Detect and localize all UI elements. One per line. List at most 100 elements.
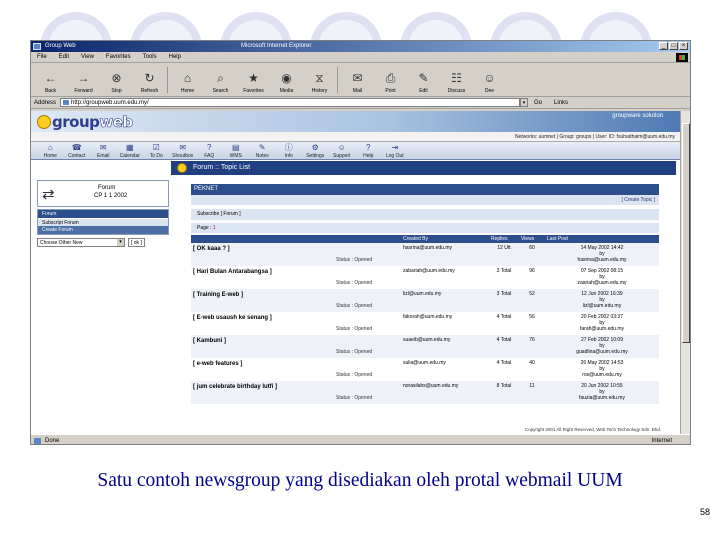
toolbar-label: History	[311, 88, 328, 94]
nav-item-label: Home	[43, 153, 57, 159]
menu-item-edit[interactable]: Edit	[59, 52, 69, 62]
forum-select[interactable]: Choose Other New	[37, 238, 125, 247]
nav-item-calendar[interactable]: ▦ Calendar	[117, 142, 144, 159]
shoutbox-icon: ✉	[179, 143, 187, 152]
page-title: Forum :: Topic List	[193, 164, 251, 171]
back-arrow-icon: ←	[44, 71, 57, 85]
toolbar-home-button[interactable]: ⌂ Home	[172, 71, 203, 96]
logo-text-group: group	[52, 113, 100, 131]
table-row: [ Hari Bulan Antarabangsa ] Status : Open…	[191, 266, 659, 289]
history-icon: ⧖	[315, 71, 324, 85]
nav-item-contact[interactable]: ☎ Contact	[64, 142, 91, 159]
edit-icon: ✎	[418, 71, 429, 85]
links-button[interactable]: Links	[554, 100, 568, 106]
nav-item-to-do[interactable]: ☑ To Do	[143, 142, 170, 159]
nav-item-faq[interactable]: ? FAQ	[196, 142, 223, 159]
create-topic-link[interactable]: [ Create Topic ]	[191, 195, 659, 205]
minimize-button[interactable]: _	[659, 42, 668, 50]
creator-cell: norasilahs@uum.edu.my	[401, 381, 489, 404]
messenger-icon: ☺	[483, 71, 496, 85]
forum-ok-button[interactable]: [ ok ]	[128, 238, 145, 247]
vertical-scrollbar[interactable]	[680, 111, 690, 434]
scrollbar-thumb[interactable]	[682, 123, 690, 343]
email-icon: ✉	[99, 143, 107, 152]
replies-cell: 4 Total	[489, 358, 519, 381]
nav-item-support[interactable]: ☺ Support	[329, 142, 356, 159]
topic-link[interactable]: [ OK kaaa ? ]	[193, 243, 399, 252]
nav-item-log-out[interactable]: ⇥ Log Out	[382, 142, 409, 159]
toolbar-edit-button[interactable]: ✎ Edit	[408, 71, 439, 96]
last-post-cell: 20 Feb 2002 03:37 by farah@uum.edu.my	[545, 312, 659, 335]
toolbar-print-button[interactable]: ⎙ Print	[375, 71, 406, 96]
groupweb-logo[interactable]: groupweb	[37, 113, 133, 131]
toolbar-media-button[interactable]: ◉ Media	[271, 71, 302, 96]
nav-item-email[interactable]: ✉ Email	[90, 142, 117, 159]
topic-link[interactable]: [ E-web usaush ke senang ]	[193, 312, 399, 321]
replies-cell: 12 Utt	[489, 243, 519, 266]
page-label: Page :	[197, 225, 212, 231]
security-zone: Internet	[651, 438, 672, 444]
menu-item-view[interactable]: View	[81, 52, 94, 62]
topic-status: Status : Opened	[336, 372, 373, 378]
topic-link[interactable]: [ Training E-web ]	[193, 289, 399, 298]
create-forum-link[interactable]: Create Forum	[38, 226, 168, 234]
page-viewport: groupweb groupware solution Networks: uu…	[31, 111, 681, 434]
menu-item-tools[interactable]: Tools	[143, 52, 157, 62]
toolbar-history-button[interactable]: ⧖ History	[304, 71, 335, 96]
smiley-icon	[177, 163, 187, 173]
creator-cell: lizl@uum.edu.my	[401, 289, 489, 312]
close-button[interactable]: ×	[679, 42, 688, 50]
creator-cell: sulia@uum.edu.my	[401, 358, 489, 381]
forward-arrow-icon: →	[77, 71, 90, 85]
refresh-icon: ↻	[144, 71, 155, 85]
toolbar-label: Media	[279, 88, 294, 94]
menu-item-help[interactable]: Help	[169, 52, 181, 62]
nav-item-info[interactable]: ⓘ Info	[276, 142, 303, 159]
nav-item-wms[interactable]: ▤ WMS	[223, 142, 250, 159]
maximize-button[interactable]: □	[669, 42, 678, 50]
page-status-icon	[34, 438, 41, 444]
toolbar-back-button[interactable]: ← Back	[35, 71, 66, 96]
topic-link[interactable]: [ Hari Bulan Antarabangsa ]	[193, 266, 399, 275]
toolbar-label: Back	[44, 88, 57, 94]
menu-item-favorites[interactable]: Favorites	[106, 52, 131, 62]
address-label: Address	[34, 99, 57, 106]
toolbar-mail-button[interactable]: ✉ Mail	[342, 71, 373, 96]
table-header-row: Created By Replies Views Last Post	[191, 235, 659, 243]
nav-item-home[interactable]: ⌂ Home	[37, 142, 64, 159]
slide-caption: Satu contoh newsgroup yang disediakan ol…	[97, 470, 623, 491]
nav-item-help[interactable]: ? Help	[355, 142, 382, 159]
app-navigation: ⌂ Home ☎ Contact ✉ Email ▦ Calendar ☑ To Do ✉ Shout…	[31, 142, 681, 160]
todo-icon: ☑	[152, 143, 160, 152]
toolbar-label: Forward	[74, 88, 93, 94]
toolbar-favorites-button[interactable]: ★ Favorites	[238, 71, 269, 96]
topic-link[interactable]: [ e-web features ]	[193, 358, 399, 367]
forum-content: Forum :: Topic List ⇄ Forum CP 1 1 2002 …	[31, 160, 681, 434]
ie-app-icon	[33, 43, 41, 50]
page-number-link[interactable]: 1	[213, 225, 216, 231]
go-button[interactable]: Go	[534, 100, 542, 106]
toolbar-label: Discuss	[447, 88, 466, 94]
topic-link[interactable]: [ Kambuni ]	[193, 335, 399, 344]
address-dropdown-button[interactable]: ▾	[520, 98, 529, 107]
nav-item-notes[interactable]: ✎ Notes	[249, 142, 276, 159]
title-bar: Group Web Microsoft Internet Explorer _ …	[31, 41, 690, 52]
topic-cell: [ Hari Bulan Antarabangsa ] Status : Open…	[191, 266, 401, 289]
choose-forum: Choose Other New [ ok ]	[37, 238, 169, 247]
menu-item-file[interactable]: File	[37, 52, 47, 62]
column-header: Views	[519, 235, 545, 243]
subscribe-link[interactable]: Subscribe [ Forum ]	[191, 209, 659, 220]
toolbar-refresh-button[interactable]: ↻ Refresh	[134, 71, 165, 96]
toolbar-forward-button[interactable]: → Forward	[68, 71, 99, 96]
nav-item-label: FAQ	[204, 153, 215, 159]
nav-item-settings[interactable]: ⚙ Settings	[302, 142, 329, 159]
address-input[interactable]: http://groupweb.uum.edu.my/	[60, 98, 521, 107]
toolbar-stop-button[interactable]: ⊗ Stop	[101, 71, 132, 96]
topic-link[interactable]: [ jum celebrate birthday lutfi ]	[193, 381, 399, 390]
toolbar-discuss-button[interactable]: ☷ Discuss	[441, 71, 472, 96]
toolbar-dee-button[interactable]: ☺ Dee	[474, 71, 505, 96]
subscript-forum-link[interactable]: Subscript Forum	[38, 218, 168, 226]
nav-item-shoutbox[interactable]: ✉ Shoutbox	[170, 142, 197, 159]
toolbar-search-button[interactable]: ⌕ Search	[205, 71, 236, 96]
status-bar: Done Internet	[31, 434, 690, 444]
